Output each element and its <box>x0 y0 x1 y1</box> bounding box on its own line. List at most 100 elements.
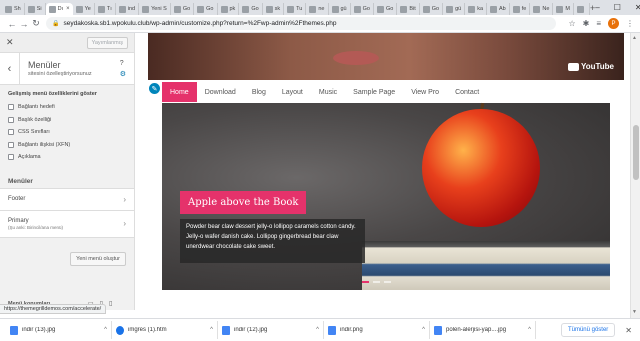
browser-tab[interactable]: Go <box>351 3 374 15</box>
browser-tab[interactable]: fe <box>510 3 531 15</box>
chevron-up-icon[interactable]: ^ <box>316 327 319 333</box>
download-item[interactable]: indir (12).jpg ^ <box>218 321 324 339</box>
browser-tab[interactable]: ka <box>465 3 488 15</box>
nav-item[interactable]: Music <box>311 82 345 102</box>
browser-tab[interactable]: ne <box>306 3 329 15</box>
browser-tab[interactable]: ind <box>116 3 140 15</box>
option-checkbox-row[interactable]: Açıklama <box>8 151 126 164</box>
checkbox[interactable] <box>8 154 14 161</box>
close-icon[interactable]: ✕ <box>6 37 14 48</box>
browser-tab[interactable]: Yeni S <box>139 3 171 15</box>
vertical-scrollbar[interactable]: ▲ ▼ <box>630 33 640 318</box>
browser-tab[interactable]: Ye <box>73 3 95 15</box>
option-checkbox-row[interactable]: Bağlantı ilişkisi (XFN) <box>8 139 126 152</box>
download-item[interactable]: indir (13).jpg ^ <box>6 321 112 339</box>
url-field[interactable]: 🔒 seydakoska.sb1.wpokulu.club/wp-admin/c… <box>46 17 556 30</box>
nav-item[interactable]: Blog <box>244 82 274 102</box>
chevron-up-icon[interactable]: ^ <box>422 327 425 333</box>
menus-list: Footer › Primary (Şu anki: Birincil/ana men… <box>0 188 134 238</box>
scroll-down-icon[interactable]: ▼ <box>632 309 637 315</box>
extensions-icon[interactable]: ✱ <box>583 19 590 28</box>
tab-label: gü <box>340 6 347 12</box>
option-checkbox-row[interactable]: CSS Sınıfları <box>8 126 126 139</box>
show-all-downloads-button[interactable]: Tümünü göster <box>560 323 616 337</box>
slider-dot[interactable] <box>384 281 391 283</box>
browser-tab[interactable]: gü <box>329 3 351 15</box>
browser-tab[interactable]: Go <box>239 3 263 15</box>
close-window-icon[interactable]: ✕ <box>635 3 640 12</box>
panel-subtitle: sitesini özelleştiriyorsunuz <box>28 71 92 77</box>
chevron-up-icon[interactable]: ^ <box>210 327 213 333</box>
scrollbar-thumb[interactable] <box>633 125 639 180</box>
browser-tab[interactable]: pk <box>218 3 240 15</box>
maximize-icon[interactable]: ☐ <box>614 3 621 12</box>
browser-tab[interactable]: sk <box>263 3 285 15</box>
back-icon[interactable]: ← <box>6 19 18 29</box>
tab-favicon-icon <box>576 5 584 13</box>
menu-name: Primary <box>8 217 29 224</box>
chevron-up-icon[interactable]: ^ <box>104 327 107 333</box>
tab-label: Bit <box>409 6 416 12</box>
menu-item[interactable]: Primary (Şu anki: Birincil/ana menü) › <box>0 210 134 238</box>
scroll-up-icon[interactable]: ▲ <box>632 35 637 41</box>
browser-tab[interactable]: Go <box>171 3 195 15</box>
browser-tab[interactable]: Bit <box>397 3 420 15</box>
browser-tab[interactable]: Go <box>194 3 218 15</box>
nav-item[interactable]: Layout <box>274 82 311 102</box>
browser-tab[interactable]: Ne <box>530 3 554 15</box>
chevron-up-icon[interactable]: ^ <box>528 327 531 333</box>
option-checkbox-row[interactable]: Bağlantı hedefi <box>8 101 126 114</box>
back-chevron-icon[interactable]: ‹ <box>0 52 20 85</box>
forward-icon[interactable]: → <box>18 19 30 29</box>
gear-icon[interactable]: ⚙ <box>120 70 126 78</box>
browser-tab[interactable]: Si <box>25 3 46 15</box>
add-new-menu-button[interactable]: Yeni menü oluştur <box>70 251 126 266</box>
help-icon[interactable]: ? <box>120 60 126 67</box>
close-downloads-icon[interactable]: ✕ <box>625 326 632 335</box>
tab-favicon-icon <box>353 5 361 13</box>
browser-tab[interactable]: Tu <box>284 3 307 15</box>
youtube-label: YouTube <box>580 62 614 71</box>
browser-tab[interactable]: Go <box>420 3 444 15</box>
download-item[interactable]: polen-alerjisi-yap....jpg ^ <box>430 321 536 339</box>
slider-dot[interactable] <box>373 281 380 283</box>
publish-button[interactable]: Yayımlanmış <box>86 36 128 49</box>
menu-item-text: Footer <box>8 196 25 202</box>
browser-tab[interactable]: Dı × <box>45 3 73 15</box>
browser-tab[interactable] <box>574 3 590 15</box>
reload-icon[interactable]: ↻ <box>30 18 42 29</box>
browser-tab[interactable]: Tı <box>95 3 116 15</box>
profile-avatar[interactable]: P <box>608 18 619 29</box>
slide-title[interactable]: Apple above the Book <box>180 191 307 214</box>
bookmark-star-icon[interactable]: ☆ <box>568 19 575 28</box>
checkbox[interactable] <box>8 104 14 111</box>
media-icon[interactable]: ≡ <box>596 19 601 28</box>
menu-item[interactable]: Footer › <box>0 188 134 211</box>
browser-tab[interactable]: M <box>553 3 574 15</box>
checkbox[interactable] <box>8 141 14 148</box>
slider-dot[interactable] <box>362 281 369 283</box>
checkbox[interactable] <box>8 129 14 136</box>
nav-item[interactable]: Home <box>162 82 197 102</box>
browser-tab[interactable]: Sh <box>2 3 25 15</box>
close-tab-icon[interactable]: × <box>66 6 70 12</box>
browser-tab[interactable]: Ab <box>487 3 510 15</box>
option-checkbox-row[interactable]: Başlık özelliği <box>8 114 126 127</box>
nav-item[interactable]: View Pro <box>403 82 447 102</box>
mobile-icon[interactable]: ▯ <box>109 300 112 307</box>
download-item[interactable]: indir.png ^ <box>324 321 430 339</box>
browser-tab[interactable]: gü <box>443 3 466 15</box>
nav-item[interactable]: Contact <box>447 82 487 102</box>
youtube-logo[interactable]: YouTube <box>567 62 614 71</box>
download-item[interactable]: imgres (1).htm ^ <box>112 321 218 339</box>
minimize-icon[interactable]: – <box>595 3 599 12</box>
nav-item[interactable]: Sample Page <box>345 82 403 102</box>
menu-kebab-icon[interactable]: ⋮ <box>626 19 634 28</box>
checkbox[interactable] <box>8 116 14 123</box>
tab-label: Yeni S <box>151 6 167 12</box>
video-header[interactable]: YouTube <box>148 33 624 80</box>
edit-shortcut-icon[interactable]: ✎ <box>148 82 161 95</box>
browser-tab[interactable]: Go <box>374 3 398 15</box>
tab-favicon-icon <box>287 5 295 13</box>
nav-item[interactable]: Download <box>197 82 244 102</box>
